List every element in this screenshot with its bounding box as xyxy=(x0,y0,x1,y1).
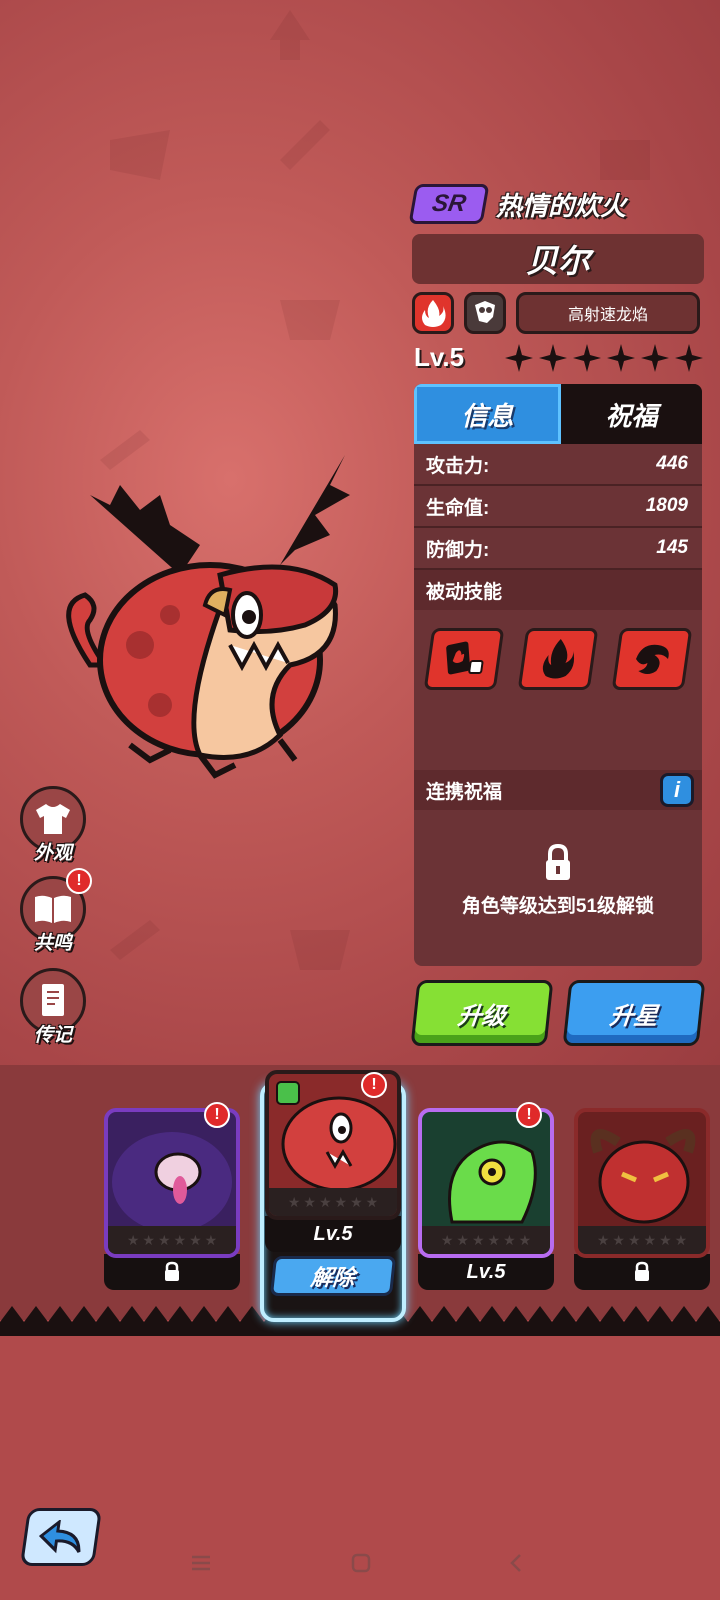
home-nav-icon[interactable] xyxy=(350,1548,372,1578)
roster-card[interactable]: ★ ★ ★ ★ ★ ★ Lv.5 ! xyxy=(418,1102,554,1290)
tab-info[interactable]: 信息 xyxy=(414,384,561,444)
star-empty-icon xyxy=(539,343,567,372)
lock-icon xyxy=(635,1261,649,1281)
roster-card-selected[interactable]: ★ ★ ★ ★ ★ ★ Lv.5 解除 ! xyxy=(265,1070,401,1296)
skill-name-label[interactable]: 高射速龙焰 xyxy=(516,292,700,334)
appearance-label: 外观 xyxy=(33,843,72,864)
roster-card[interactable]: ★ ★ ★ ★ ★ ★ xyxy=(574,1108,710,1290)
star-empty-icon xyxy=(607,343,635,372)
rarity-badge: SR xyxy=(408,184,490,224)
panel-tabs: 信息 祝福 xyxy=(414,384,702,444)
stat-label: 防御力: xyxy=(426,539,490,561)
title-row: SR 热情的炊火 xyxy=(408,184,627,224)
star-empty-icon xyxy=(641,343,669,372)
fire-swirl-icon[interactable] xyxy=(611,628,693,690)
level-row: Lv.5 xyxy=(414,342,704,373)
info-panel: 信息 祝福 攻击力: 446 生命值: 1809 防御力: 145 被动技能 连… xyxy=(414,384,702,966)
type-row: 高射速龙焰 xyxy=(412,292,700,334)
stat-row-defense: 防御力: 145 xyxy=(414,528,702,570)
back-arrow-icon xyxy=(38,1520,81,1554)
character-art xyxy=(66,455,350,779)
stat-value: 446 xyxy=(656,453,688,474)
bond-blessing-header: 连携祝福 i xyxy=(414,770,702,810)
passive-skills-list xyxy=(414,610,702,770)
flame-icon[interactable] xyxy=(517,628,599,690)
star-empty-icon xyxy=(573,343,601,372)
portrait-purple-beast: ★ ★ ★ ★ ★ ★ xyxy=(104,1108,240,1258)
lock-icon xyxy=(546,843,570,880)
tab-blessing[interactable]: 祝福 xyxy=(561,384,702,444)
alert-badge: ! xyxy=(361,1072,387,1098)
passive-skills-header: 被动技能 xyxy=(414,570,702,610)
star-empty-icon xyxy=(675,343,703,372)
bond-blessing-title: 连携祝福 xyxy=(426,781,503,803)
stat-value: 145 xyxy=(656,537,688,558)
character-name: 贝尔 xyxy=(412,234,704,284)
fire-element-icon[interactable] xyxy=(412,292,454,334)
back-button[interactable] xyxy=(19,1508,103,1566)
info-button[interactable]: i xyxy=(660,773,694,807)
back-nav-icon[interactable] xyxy=(508,1548,524,1578)
resonance-button[interactable]: 共鸣 ! xyxy=(18,868,92,955)
biography-label: 传记 xyxy=(33,1025,72,1046)
card-stars: ★ ★ ★ ★ ★ ★ xyxy=(578,1226,706,1254)
card-footer xyxy=(574,1254,710,1290)
passive-skills-title: 被动技能 xyxy=(426,581,503,603)
unlock-requirement: 角色等级达到51级解锁 xyxy=(461,895,655,917)
card-stars: ★ ★ ★ ★ ★ ★ xyxy=(108,1226,236,1254)
card-footer: Lv.5 xyxy=(265,1216,401,1252)
alert-badge: ! xyxy=(204,1102,230,1128)
card-stars: ★ ★ ★ ★ ★ ★ xyxy=(269,1188,397,1216)
character-title: 热情的炊火 xyxy=(496,190,627,221)
card-footer xyxy=(104,1254,240,1290)
lock-icon xyxy=(165,1261,179,1281)
stat-row-hp: 生命值: 1809 xyxy=(414,486,702,528)
stat-value: 1809 xyxy=(645,495,688,516)
bond-lock-area: 角色等级达到51级解锁 xyxy=(414,810,702,950)
biography-button[interactable]: 传记 xyxy=(18,968,88,1047)
card-footer: Lv.5 xyxy=(418,1254,554,1290)
menu-nav-icon[interactable] xyxy=(190,1548,212,1578)
class-skull-icon[interactable] xyxy=(464,292,506,334)
star-rating xyxy=(504,343,704,373)
stat-label: 生命值: xyxy=(426,497,490,519)
resonance-label: 共鸣 xyxy=(33,933,72,954)
appearance-button[interactable]: 外观 xyxy=(18,786,88,865)
level-label: Lv.5 xyxy=(414,342,465,372)
stat-label: 攻击力: xyxy=(426,455,490,477)
star-up-button[interactable]: 升星 xyxy=(562,980,706,1046)
cards-dice-icon[interactable] xyxy=(423,628,505,690)
star-empty-icon xyxy=(505,343,533,372)
stat-row-attack: 攻击力: 446 xyxy=(414,444,702,486)
alert-badge: ! xyxy=(66,868,92,894)
portrait-green-slug: ★ ★ ★ ★ ★ ★ xyxy=(418,1108,554,1258)
release-button[interactable]: 解除 xyxy=(269,1256,397,1296)
upgrade-button[interactable]: 升级 xyxy=(410,980,554,1046)
roster-card[interactable]: ★ ★ ★ ★ ★ ★ ! xyxy=(104,1102,240,1290)
card-stars: ★ ★ ★ ★ ★ ★ xyxy=(422,1226,550,1254)
alert-badge: ! xyxy=(516,1102,542,1128)
portrait-horned-demon: ★ ★ ★ ★ ★ ★ xyxy=(574,1108,710,1258)
